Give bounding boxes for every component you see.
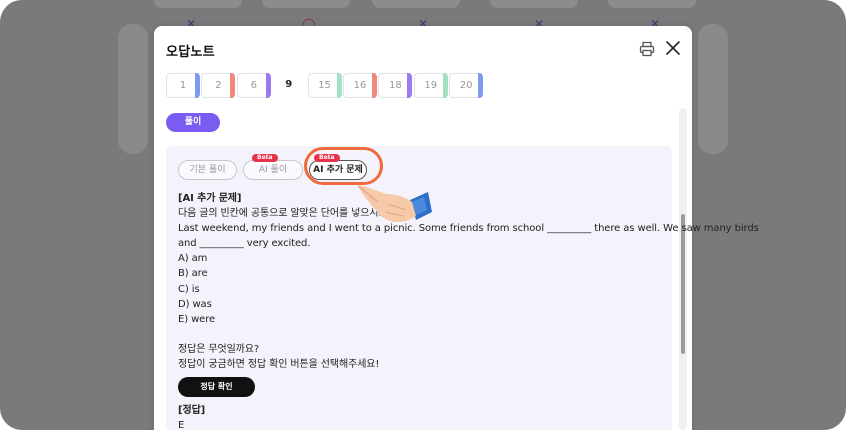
- question-number-item[interactable]: 1: [166, 73, 200, 98]
- question-heading: [AI 추가 문제]: [178, 193, 242, 204]
- question-number-label: 18: [388, 80, 402, 91]
- question-number-label: 1: [179, 80, 187, 91]
- check-answer-button[interactable]: 정답 확인: [178, 377, 255, 397]
- question-number-label: 2: [215, 80, 222, 91]
- question-tab-marker: [230, 73, 236, 98]
- answer-option: A) am: [178, 253, 208, 264]
- background-tab: [372, 0, 460, 8]
- answer-option: E) were: [178, 314, 216, 325]
- question-tab-marker: [442, 73, 448, 98]
- beta-badge: Beta: [252, 154, 278, 162]
- question-number-label: 19: [424, 80, 438, 91]
- answer-value: E: [178, 420, 185, 430]
- question-tab-marker: [265, 73, 271, 98]
- answer-prompt: 정답은 무엇일까요?: [178, 344, 260, 355]
- question-tab-marker: [336, 73, 342, 98]
- tab-ai-solution-label: AI 풀이: [258, 165, 288, 175]
- question-tab-marker: [407, 73, 413, 98]
- tab-ai-solution[interactable]: AI 풀이: [243, 160, 303, 180]
- question-number-item[interactable]: 16: [342, 73, 377, 98]
- question-number-item[interactable]: 18: [378, 73, 413, 98]
- question-number-item[interactable]: 20: [449, 73, 484, 98]
- question-number-label: 20: [459, 80, 473, 91]
- question-number-label: 16: [353, 80, 367, 91]
- answer-option: D) was: [178, 299, 212, 310]
- question-number-label: 15: [318, 80, 331, 91]
- background-tab: [490, 0, 578, 8]
- question-passage-line: Last weekend, my friends and I went to a…: [178, 223, 759, 234]
- answer-prompt: 정답이 궁금하면 정답 확인 버튼을 선택해주세요!: [178, 359, 380, 370]
- question-number-item[interactable]: 2: [201, 73, 236, 98]
- question-number-list: 1 2 6 9 15 16 18 19 20: [166, 73, 485, 98]
- question-number-item[interactable]: 6: [236, 73, 271, 98]
- background-tab: [262, 0, 350, 8]
- background-page: [0, 0, 846, 12]
- tab-basic-solution[interactable]: 기본 풀이: [178, 160, 237, 180]
- answer-option: B) are: [178, 268, 208, 279]
- question-number-item[interactable]: 15: [307, 73, 342, 98]
- answer-option: C) is: [178, 284, 200, 295]
- solution-button[interactable]: 풀이: [166, 113, 220, 132]
- question-number-label: 6: [250, 80, 257, 91]
- scrollbar-thumb[interactable]: [681, 214, 685, 354]
- background-tab: [608, 0, 696, 8]
- question-tab-marker: [478, 73, 484, 98]
- background-card: [118, 24, 148, 154]
- question-tab-marker: [371, 73, 377, 98]
- question-passage-line: and _________ very excited.: [178, 238, 311, 249]
- printer-icon[interactable]: [639, 41, 655, 57]
- background-card: [698, 24, 728, 154]
- question-number-label: 9: [285, 79, 293, 90]
- question-tab-marker: [195, 73, 200, 98]
- background-tab: [154, 0, 242, 8]
- question-number-item-active[interactable]: 9: [272, 73, 305, 98]
- answer-heading: [정답]: [178, 405, 206, 416]
- pointing-hand-icon: [357, 185, 432, 223]
- modal-title: 오답노트: [166, 45, 216, 60]
- screen-frame: ✕ ◯ ✕ ✕ ✕ 오답노트 1 2 6 9 15 16 18 19 20 풀이…: [0, 0, 846, 430]
- question-number-item[interactable]: 19: [413, 73, 448, 98]
- close-icon[interactable]: [665, 40, 681, 56]
